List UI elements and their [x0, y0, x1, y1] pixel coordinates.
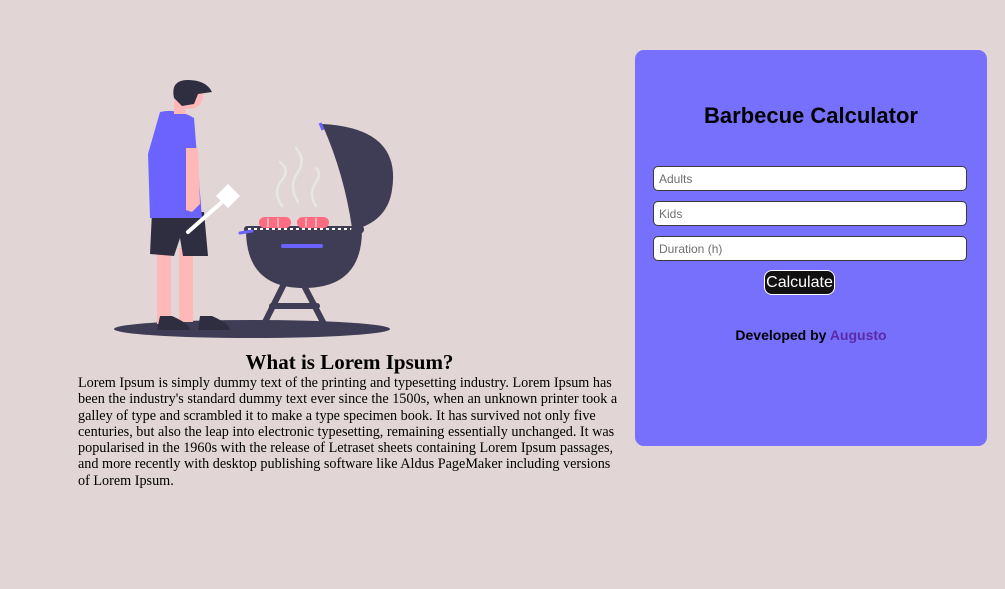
person-arm	[186, 148, 200, 212]
person-leg-left	[157, 248, 171, 324]
barbecue-illustration	[114, 80, 394, 338]
ground-shadow	[114, 320, 390, 338]
article-title: What is Lorem Ipsum?	[245, 350, 454, 374]
calculator-title: Barbecue Calculator	[704, 103, 918, 128]
grill-tongs	[238, 229, 254, 235]
sausage-1	[259, 217, 291, 228]
person-leg-right	[179, 248, 193, 322]
smoke	[275, 146, 321, 208]
grill-lid	[322, 124, 394, 228]
calculate-button[interactable]: Calculate	[764, 270, 835, 295]
kids-input[interactable]	[653, 201, 967, 226]
sausage-2	[297, 217, 329, 228]
calculator-card: Barbecue Calculator Calculate Developed …	[635, 50, 987, 446]
person-hair	[173, 80, 212, 106]
article-body: Lorem Ipsum is simply dummy text of the …	[78, 375, 618, 489]
credit-prefix: Developed by	[735, 327, 830, 343]
adults-input[interactable]	[653, 166, 967, 191]
developer-credit: Developed by Augusto	[635, 326, 987, 344]
duration-input[interactable]	[653, 236, 967, 261]
lid-hinge	[351, 225, 361, 235]
author-link[interactable]: Augusto	[830, 327, 887, 343]
grill-bowl	[246, 230, 362, 288]
